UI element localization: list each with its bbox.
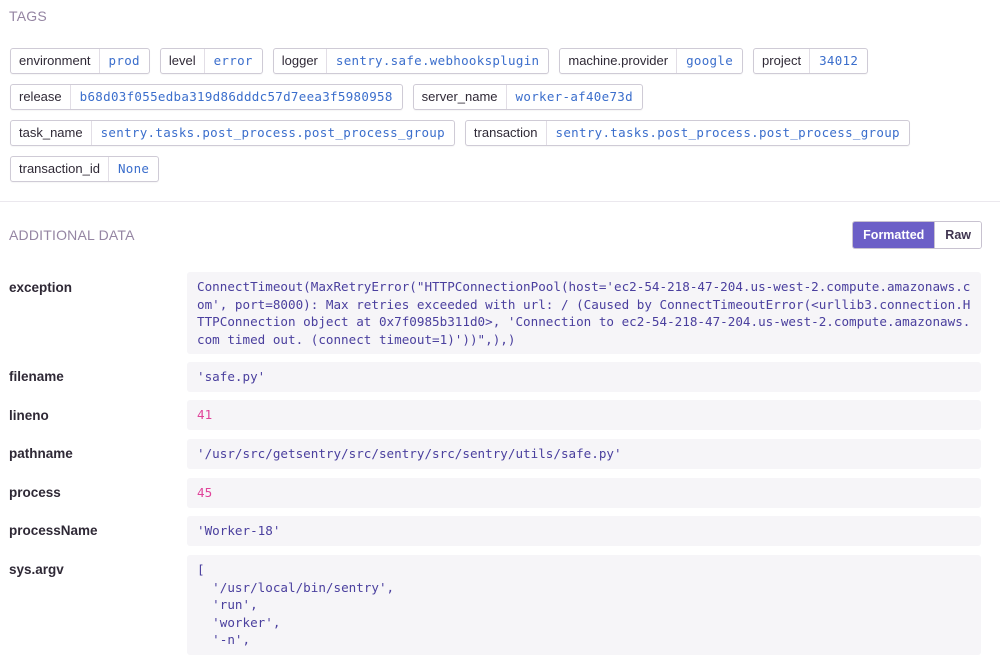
data-key: process: [9, 485, 61, 500]
tag-pill[interactable]: machine.provider google: [559, 48, 744, 74]
data-key: pathname: [9, 446, 73, 461]
tag-value-link[interactable]: None: [109, 157, 158, 181]
tag-pill[interactable]: project 34012: [753, 48, 869, 74]
tag-value-link[interactable]: b68d03f055edba319d86dddc57d7eea3f5980958: [71, 85, 402, 109]
tag-row: release b68d03f055edba319d86dddc57d7eea3f…: [10, 84, 990, 110]
tag-key[interactable]: task_name: [11, 121, 92, 145]
data-value: [ '/usr/local/bin/sentry', 'run', 'worke…: [187, 555, 981, 655]
tag-row: task_name sentry.tasks.post_process.post_…: [10, 120, 990, 146]
tag-row: environment prod level error logger sentry.sa…: [10, 48, 990, 74]
tag-pill[interactable]: transaction_id None: [10, 156, 160, 182]
tag-value-link[interactable]: error: [205, 49, 262, 73]
tag-value-link[interactable]: prod: [100, 49, 149, 73]
tag-row: transaction_id None: [10, 156, 990, 182]
tag-key[interactable]: release: [11, 85, 71, 109]
data-key: filename: [9, 369, 64, 384]
section-divider: [0, 201, 1000, 202]
formatted-button[interactable]: Formatted: [853, 222, 935, 248]
data-value: 'safe.py': [187, 362, 981, 392]
data-key: sys.argv: [9, 562, 64, 577]
tag-pill[interactable]: environment prod: [10, 48, 150, 74]
data-value: 'Worker-18': [187, 516, 981, 546]
tag-key[interactable]: server_name: [414, 85, 507, 109]
tags-list: environment prod level error logger sentry.sa…: [10, 48, 990, 192]
data-value: 41: [187, 400, 981, 430]
raw-button[interactable]: Raw: [934, 222, 981, 248]
data-key: lineno: [9, 408, 49, 423]
tag-pill[interactable]: transaction sentry.tasks.post_process.pos…: [464, 120, 910, 146]
tag-key[interactable]: transaction: [466, 121, 547, 145]
additional-data-title: ADDITIONAL DATA: [9, 227, 135, 243]
tag-value-link[interactable]: worker-af40e73d: [507, 85, 642, 109]
tag-pill[interactable]: release b68d03f055edba319d86dddc57d7eea3f…: [10, 84, 403, 110]
tag-value-link[interactable]: sentry.tasks.post_process.post_process_g…: [92, 121, 454, 145]
tag-value-link[interactable]: 34012: [810, 49, 867, 73]
data-key: processName: [9, 523, 98, 538]
tag-value-link[interactable]: sentry.tasks.post_process.post_process_g…: [547, 121, 909, 145]
tag-pill[interactable]: level error: [159, 48, 263, 74]
tag-key[interactable]: project: [754, 49, 811, 73]
tag-pill[interactable]: server_name worker-af40e73d: [412, 84, 643, 110]
tag-key[interactable]: machine.provider: [560, 49, 678, 73]
tag-key[interactable]: logger: [274, 49, 327, 73]
data-key: exception: [9, 280, 73, 295]
tag-pill[interactable]: logger sentry.safe.webhooksplugin: [272, 48, 550, 74]
tags-section-title: TAGS: [9, 8, 47, 24]
tag-key[interactable]: transaction_id: [11, 157, 109, 181]
data-value: ConnectTimeout(MaxRetryError("HTTPConnec…: [187, 272, 981, 354]
tag-value-link[interactable]: sentry.safe.webhooksplugin: [327, 49, 548, 73]
data-value: 45: [187, 478, 981, 508]
tag-key[interactable]: environment: [11, 49, 100, 73]
format-toggle: Formatted Raw: [852, 221, 982, 249]
tag-value-link[interactable]: google: [677, 49, 742, 73]
data-value: '/usr/src/getsentry/src/sentry/src/sentr…: [187, 439, 981, 469]
tag-key[interactable]: level: [161, 49, 205, 73]
tag-pill[interactable]: task_name sentry.tasks.post_process.post_…: [10, 120, 455, 146]
